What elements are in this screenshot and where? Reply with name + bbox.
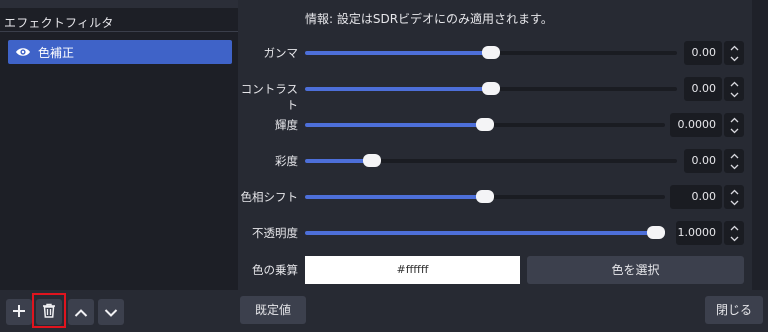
brightness-value-input[interactable]: 0.0000	[670, 113, 722, 137]
saturation-slider-fill	[305, 159, 372, 163]
chevron-up-icon[interactable]	[730, 150, 739, 161]
filters-dialog: エフェクトフィルタ 色補正 情報: 設定はSDRビデオにのみ適用されます。 ガン…	[0, 0, 768, 332]
add-filter-button[interactable]	[6, 299, 32, 325]
color-multiply-label: 色の乗算	[252, 263, 298, 277]
hue-shift-label: 色相シフト	[240, 190, 299, 204]
gamma-value-input[interactable]: 0.00	[684, 41, 722, 65]
opacity-label: 不透明度	[252, 226, 298, 240]
move-filter-up-button[interactable]	[68, 299, 94, 325]
chevron-up-icon[interactable]	[730, 222, 739, 233]
chevron-down-icon[interactable]	[730, 125, 739, 136]
panel-top-strip	[0, 0, 238, 8]
opacity-slider-handle[interactable]	[647, 226, 665, 239]
defaults-button[interactable]: 既定値	[240, 296, 306, 324]
move-filter-down-button[interactable]	[98, 299, 124, 325]
sdr-info-text: 情報: 設定はSDRビデオにのみ適用されます。	[305, 12, 553, 26]
chevron-up-icon	[74, 303, 88, 322]
contrast-stepper[interactable]	[724, 77, 744, 101]
chevron-down-icon	[104, 303, 118, 322]
chevron-up-icon[interactable]	[730, 42, 739, 53]
hue-shift-stepper[interactable]	[724, 185, 744, 209]
saturation-stepper[interactable]	[724, 149, 744, 173]
opacity-value-input[interactable]: 1.0000	[676, 221, 722, 245]
saturation-label: 彩度	[275, 154, 298, 168]
effect-filters-title: エフェクトフィルタ	[4, 16, 114, 30]
hue-shift-value-input[interactable]: 0.00	[670, 185, 722, 209]
brightness-slider-fill	[305, 123, 485, 127]
hue-shift-slider-handle[interactable]	[476, 190, 494, 203]
chevron-down-icon[interactable]	[730, 89, 739, 100]
brightness-stepper[interactable]	[724, 113, 744, 137]
opacity-slider[interactable]	[305, 226, 665, 239]
select-color-button[interactable]: 色を選択	[527, 256, 744, 284]
brightness-slider-handle[interactable]	[476, 118, 494, 131]
brightness-slider[interactable]	[305, 118, 665, 131]
chevron-up-icon[interactable]	[730, 114, 739, 125]
close-button[interactable]: 閉じる	[705, 296, 763, 324]
hue-shift-slider-fill	[305, 195, 485, 199]
effect-filters-panel: エフェクトフィルタ 色補正	[0, 0, 238, 290]
contrast-slider-fill	[305, 87, 491, 91]
gamma-slider-handle[interactable]	[482, 46, 500, 59]
chevron-down-icon[interactable]	[730, 53, 739, 64]
contrast-slider-handle[interactable]	[482, 82, 500, 95]
saturation-value-input[interactable]: 0.00	[684, 149, 722, 173]
gamma-label: ガンマ	[263, 46, 299, 60]
brightness-label: 輝度	[275, 118, 298, 132]
divider	[0, 31, 238, 32]
contrast-value-input[interactable]: 0.00	[684, 77, 722, 101]
chevron-down-icon[interactable]	[730, 233, 739, 244]
chevron-up-icon[interactable]	[730, 78, 739, 89]
gamma-slider[interactable]	[305, 46, 677, 59]
saturation-slider-handle[interactable]	[363, 154, 381, 167]
chevron-down-icon[interactable]	[730, 161, 739, 172]
gamma-slider-fill	[305, 51, 491, 55]
opacity-slider-fill	[305, 231, 665, 235]
color-multiply-swatch[interactable]: #ffffff	[305, 256, 520, 284]
eye-icon[interactable]	[8, 46, 38, 58]
remove-filter-button[interactable]	[36, 299, 62, 325]
contrast-label: コントラスト	[240, 82, 298, 112]
contrast-slider[interactable]	[305, 82, 677, 95]
plus-icon	[12, 303, 26, 322]
chevron-up-icon[interactable]	[730, 186, 739, 197]
filter-item-label: 色補正	[38, 45, 75, 60]
saturation-slider[interactable]	[305, 154, 677, 167]
trash-icon	[42, 303, 56, 322]
gamma-stepper[interactable]	[724, 41, 744, 65]
chevron-down-icon[interactable]	[730, 197, 739, 208]
opacity-stepper[interactable]	[724, 221, 744, 245]
hue-shift-slider[interactable]	[305, 190, 665, 203]
properties-scrollbar[interactable]	[752, 0, 768, 290]
filter-item-color-correction[interactable]: 色補正	[8, 40, 232, 64]
